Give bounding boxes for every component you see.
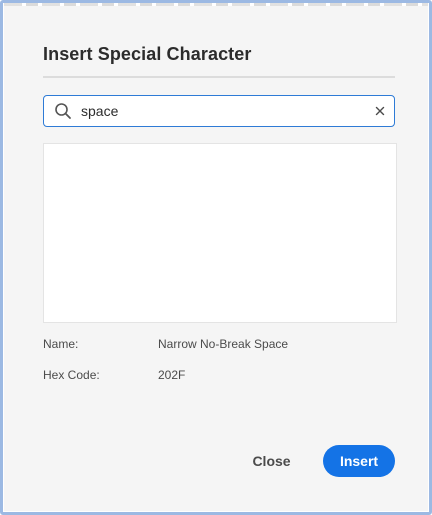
insert-special-character-dialog: Insert Special Character Name: Narrow No… bbox=[4, 6, 428, 511]
search-field[interactable] bbox=[43, 95, 395, 127]
search-input[interactable] bbox=[81, 97, 366, 125]
name-label: Name: bbox=[43, 337, 79, 351]
close-icon[interactable] bbox=[366, 96, 394, 126]
title-divider bbox=[43, 76, 395, 78]
dialog-title: Insert Special Character bbox=[43, 44, 252, 64]
character-results-grid[interactable] bbox=[43, 143, 397, 323]
close-button[interactable]: Close bbox=[244, 445, 299, 477]
hex-code-value: 202F bbox=[158, 368, 186, 382]
name-value: Narrow No-Break Space bbox=[158, 337, 289, 351]
hex-code-label: Hex Code: bbox=[43, 368, 100, 382]
search-icon bbox=[47, 96, 79, 126]
insert-button[interactable]: Insert bbox=[323, 445, 395, 477]
